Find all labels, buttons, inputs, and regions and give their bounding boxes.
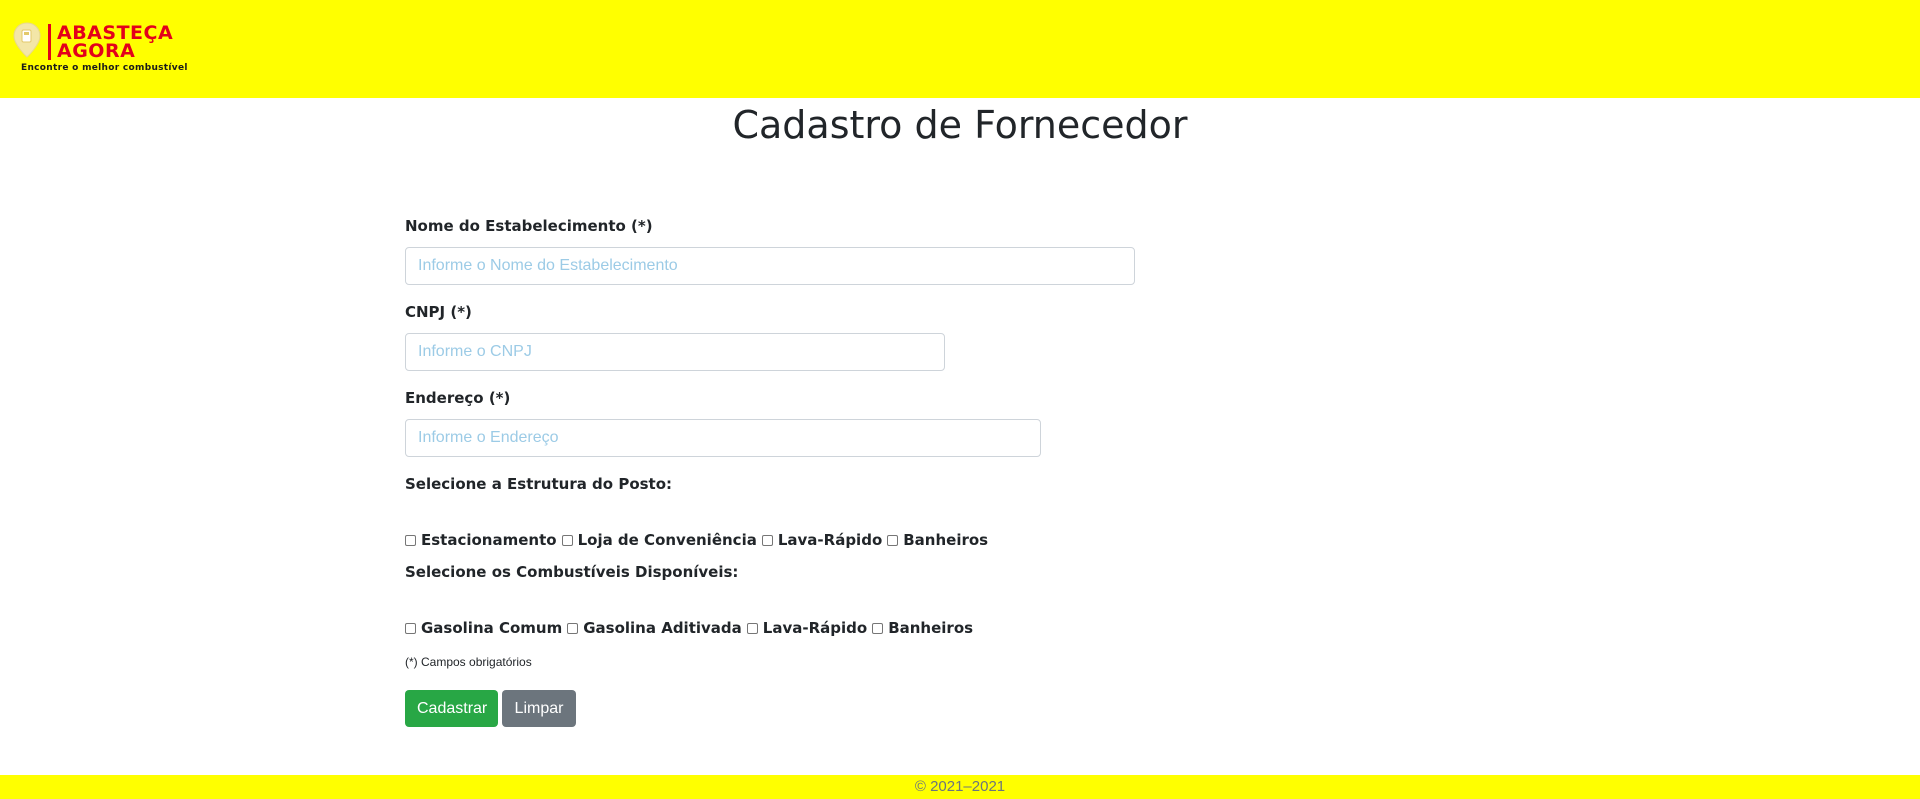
brand-tagline: Encontre o melhor combustível — [21, 63, 188, 73]
fuels-label: Selecione os Combustíveis Disponíveis: — [405, 563, 739, 581]
fuel-carwash-checkbox[interactable] — [746, 622, 758, 634]
structure-option-carwash[interactable]: Lava-Rápido — [761, 531, 883, 549]
logo-divider — [48, 24, 51, 60]
name-label: Nome do Estabelecimento (*) — [405, 217, 653, 235]
restrooms-label: Banheiros — [903, 531, 989, 549]
store-label: Loja de Conveniência — [577, 531, 757, 549]
address-input[interactable] — [405, 419, 1041, 457]
carwash-label: Lava-Rápido — [777, 531, 883, 549]
structure-option-restrooms[interactable]: Banheiros — [887, 531, 988, 549]
fuel-option-regular[interactable]: Gasolina Comum — [405, 619, 562, 637]
regular-gas-label: Gasolina Comum — [421, 619, 563, 637]
site-header: ABASTEÇA AGORA Encontre o melhor combust… — [0, 0, 1920, 98]
site-footer: © 2021–2021 — [0, 775, 1920, 799]
fuel-option-additive[interactable]: Gasolina Aditivada — [567, 619, 742, 637]
parking-label: Estacionamento — [421, 531, 557, 549]
parking-checkbox[interactable] — [405, 534, 416, 546]
fuel-options: Gasolina Comum Gasolina Aditivada Lava-R… — [405, 619, 978, 637]
fuel-restrooms-label: Banheiros — [888, 619, 974, 637]
additive-gas-checkbox[interactable] — [567, 622, 579, 634]
restrooms-checkbox[interactable] — [887, 534, 899, 546]
fuel-carwash-label: Lava-Rápido — [762, 619, 868, 637]
regular-gas-checkbox[interactable] — [405, 622, 416, 634]
fuel-restrooms-checkbox[interactable] — [872, 622, 884, 634]
required-fields-note: (*) Campos obrigatórios — [405, 655, 532, 669]
store-checkbox[interactable] — [561, 534, 573, 546]
copyright-text: © 2021–2021 — [914, 778, 1006, 795]
carwash-checkbox[interactable] — [761, 534, 773, 546]
cnpj-input[interactable] — [405, 333, 945, 371]
submit-button[interactable]: Cadastrar — [405, 690, 498, 727]
page-title: Cadastro de Fornecedor — [732, 103, 1188, 147]
structure-option-store[interactable]: Loja de Conveniência — [561, 531, 757, 549]
structure-option-parking[interactable]: Estacionamento — [405, 531, 557, 549]
name-input[interactable] — [405, 247, 1135, 285]
brand-logo[interactable]: ABASTEÇA AGORA Encontre o melhor combust… — [10, 20, 210, 80]
fuel-pin-icon — [13, 22, 41, 58]
fuel-option-restrooms[interactable]: Banheiros — [872, 619, 973, 637]
structure-options: Estacionamento Loja de Conveniência Lava… — [405, 531, 993, 549]
fuel-option-carwash[interactable]: Lava-Rápido — [746, 619, 868, 637]
additive-gas-label: Gasolina Aditivada — [583, 619, 742, 637]
cnpj-label: CNPJ (*) — [405, 303, 472, 321]
brand-name-line2: AGORA — [57, 40, 136, 62]
address-label: Endereço (*) — [405, 389, 511, 407]
clear-button[interactable]: Limpar — [502, 690, 576, 727]
structure-label: Selecione a Estrutura do Posto: — [405, 475, 673, 493]
